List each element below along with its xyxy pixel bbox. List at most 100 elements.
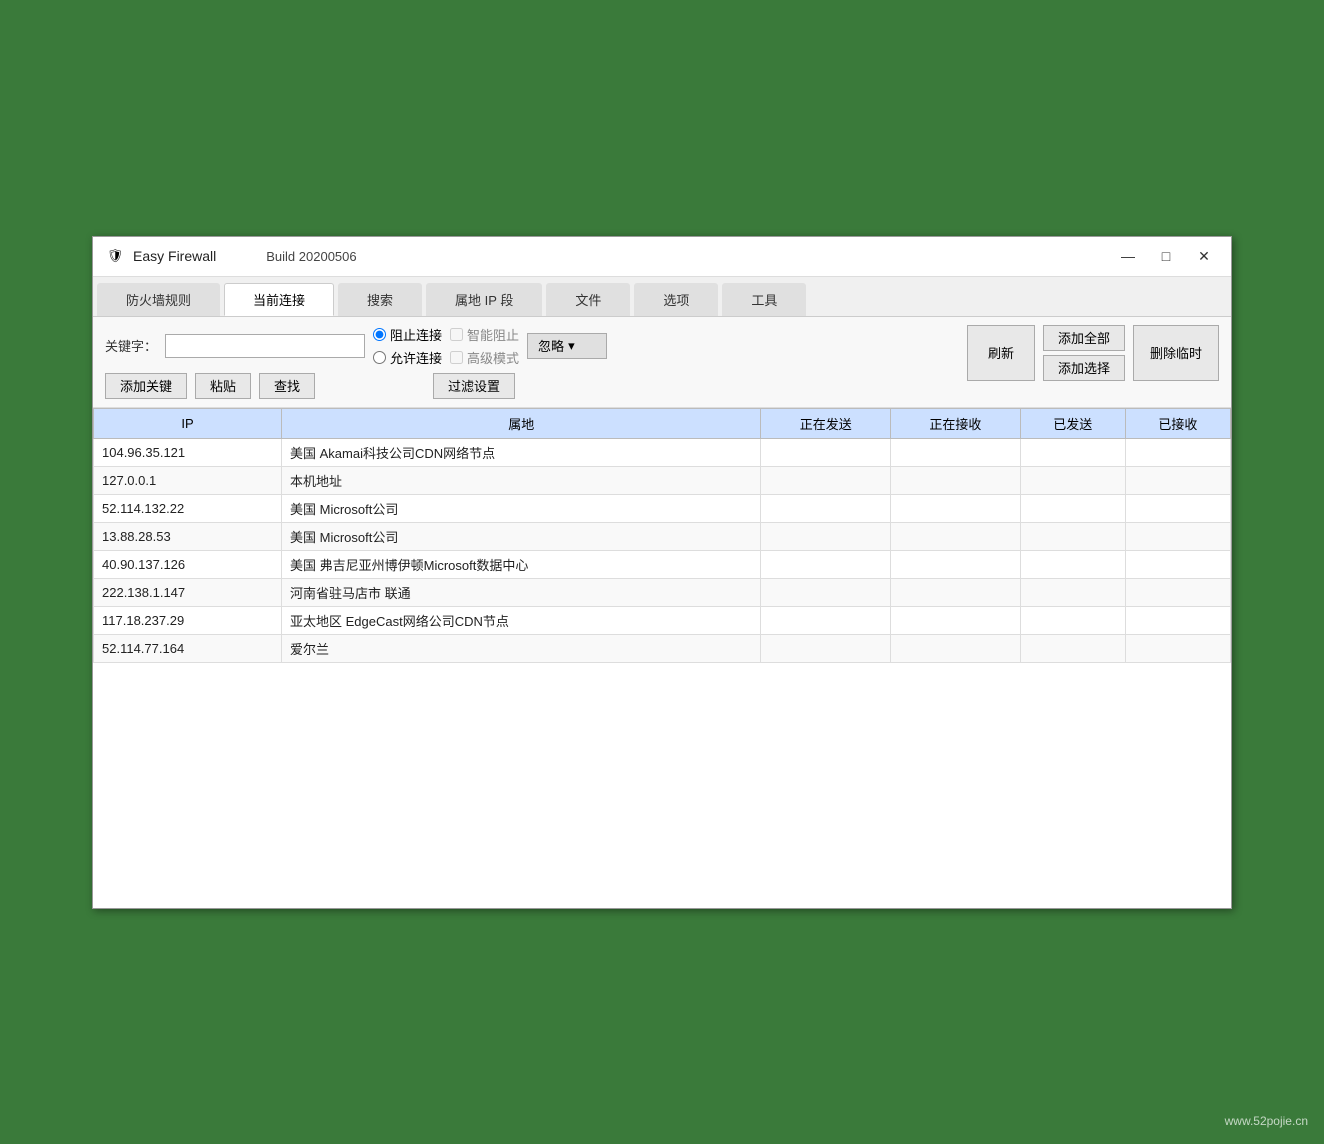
tab-tools[interactable]: 工具 <box>722 283 806 316</box>
advanced-mode-checkbox[interactable] <box>450 351 463 364</box>
radio-group: 阻止连接 允许连接 <box>373 325 442 367</box>
ip-cell: 52.114.77.164 <box>94 634 282 662</box>
table-row[interactable]: 13.88.28.53 美国 Microsoft公司 <box>94 522 1231 550</box>
sent-cell <box>1020 634 1125 662</box>
table-row[interactable]: 40.90.137.126 美国 弗吉尼亚州博伊顿Microsoft数据中心 <box>94 550 1231 578</box>
close-button[interactable]: ✕ <box>1189 244 1219 268</box>
attr-cell: 美国 Microsoft公司 <box>282 522 761 550</box>
tab-options[interactable]: 选项 <box>634 283 718 316</box>
col-receiving: 正在接收 <box>891 408 1021 438</box>
minimize-button[interactable]: — <box>1113 244 1143 268</box>
received-cell <box>1125 634 1230 662</box>
build-label: Build 20200506 <box>266 249 356 264</box>
ip-cell: 104.96.35.121 <box>94 438 282 466</box>
maximize-button[interactable]: □ <box>1151 244 1181 268</box>
receiving-cell <box>891 606 1021 634</box>
receiving-cell <box>891 466 1021 494</box>
radio-allow-label[interactable]: 允许连接 <box>373 348 442 367</box>
table-row[interactable]: 127.0.0.1 本机地址 <box>94 466 1231 494</box>
received-cell <box>1125 466 1230 494</box>
right-button-group: 添加全部 添加选择 <box>1043 325 1125 399</box>
received-cell <box>1125 578 1230 606</box>
table-container: IP 属地 正在发送 正在接收 已发送 已接收 104.96.35.121 美国… <box>93 408 1231 908</box>
radio-allow[interactable] <box>373 351 386 364</box>
smart-block-label[interactable]: 智能阻止 <box>450 325 519 344</box>
sending-cell <box>761 578 891 606</box>
received-cell <box>1125 550 1230 578</box>
window-controls: — □ ✕ <box>1113 244 1219 268</box>
main-window: 🛡 Easy Firewall Build 20200506 — □ ✕ 防火墙… <box>92 236 1232 909</box>
ip-cell: 13.88.28.53 <box>94 522 282 550</box>
refresh-button[interactable]: 刷新 <box>967 325 1035 381</box>
tab-ip-segments[interactable]: 属地 IP 段 <box>426 283 542 316</box>
toolbar-left: 关键字： 阻止连接 允许连接 <box>105 325 959 399</box>
sent-cell <box>1020 550 1125 578</box>
find-button[interactable]: 查找 <box>259 373 315 399</box>
sending-cell <box>761 494 891 522</box>
tab-firewall-rules[interactable]: 防火墙规则 <box>97 283 220 316</box>
sent-cell <box>1020 466 1125 494</box>
col-ip: IP <box>94 408 282 438</box>
table-row[interactable]: 117.18.237.29 亚太地区 EdgeCast网络公司CDN节点 <box>94 606 1231 634</box>
received-cell <box>1125 522 1230 550</box>
receiving-cell <box>891 438 1021 466</box>
col-attr: 属地 <box>282 408 761 438</box>
sending-cell <box>761 550 891 578</box>
delete-temp-button[interactable]: 删除临时 <box>1133 325 1219 381</box>
table-body: 104.96.35.121 美国 Akamai科技公司CDN网络节点 127.0… <box>94 438 1231 662</box>
sending-cell <box>761 466 891 494</box>
attr-cell: 爱尔兰 <box>282 634 761 662</box>
attr-cell: 美国 弗吉尼亚州博伊顿Microsoft数据中心 <box>282 550 761 578</box>
sent-cell <box>1020 494 1125 522</box>
attr-cell: 美国 Akamai科技公司CDN网络节点 <box>282 438 761 466</box>
attr-cell: 本机地址 <box>282 466 761 494</box>
received-cell <box>1125 494 1230 522</box>
sent-cell <box>1020 606 1125 634</box>
received-cell <box>1125 438 1230 466</box>
radio-block[interactable] <box>373 328 386 341</box>
ignore-dropdown[interactable]: 忽略 ▾ <box>527 333 607 359</box>
keyword-label: 关键字： <box>105 336 157 355</box>
toolbar-main: 关键字： 阻止连接 允许连接 <box>105 325 1219 399</box>
table-row[interactable]: 52.114.77.164 爱尔兰 <box>94 634 1231 662</box>
col-sending: 正在发送 <box>761 408 891 438</box>
attr-cell: 河南省驻马店市 联通 <box>282 578 761 606</box>
paste-button[interactable]: 粘贴 <box>195 373 251 399</box>
col-sent: 已发送 <box>1020 408 1125 438</box>
receiving-cell <box>891 494 1021 522</box>
attr-cell: 美国 Microsoft公司 <box>282 494 761 522</box>
receiving-cell <box>891 522 1021 550</box>
col-received: 已接收 <box>1125 408 1230 438</box>
advanced-mode-label[interactable]: 高级模式 <box>450 348 519 367</box>
checkbox-group: 智能阻止 高级模式 <box>450 325 519 367</box>
received-cell <box>1125 606 1230 634</box>
table-row[interactable]: 104.96.35.121 美国 Akamai科技公司CDN网络节点 <box>94 438 1231 466</box>
radio-block-label[interactable]: 阻止连接 <box>373 325 442 344</box>
receiving-cell <box>891 634 1021 662</box>
app-title: Easy Firewall <box>133 248 216 264</box>
tab-current-connections[interactable]: 当前连接 <box>224 283 334 316</box>
tab-search[interactable]: 搜索 <box>338 283 422 316</box>
add-select-button[interactable]: 添加选择 <box>1043 355 1125 381</box>
attr-cell: 亚太地区 EdgeCast网络公司CDN节点 <box>282 606 761 634</box>
ip-cell: 117.18.237.29 <box>94 606 282 634</box>
add-key-button[interactable]: 添加关键 <box>105 373 187 399</box>
smart-block-checkbox[interactable] <box>450 328 463 341</box>
ip-cell: 127.0.0.1 <box>94 466 282 494</box>
app-icon: 🛡 <box>105 246 125 266</box>
toolbar-row2: 添加关键 粘贴 查找 过滤设置 <box>105 373 959 399</box>
sending-cell <box>761 606 891 634</box>
toolbar-right: 刷新 添加全部 添加选择 删除临时 <box>967 325 1219 399</box>
ip-cell: 52.114.132.22 <box>94 494 282 522</box>
sending-cell <box>761 438 891 466</box>
table-row[interactable]: 52.114.132.22 美国 Microsoft公司 <box>94 494 1231 522</box>
keyword-input[interactable] <box>165 334 365 358</box>
filter-settings-button[interactable]: 过滤设置 <box>433 373 515 399</box>
tab-files[interactable]: 文件 <box>546 283 630 316</box>
add-all-button[interactable]: 添加全部 <box>1043 325 1125 351</box>
ip-cell: 40.90.137.126 <box>94 550 282 578</box>
sent-cell <box>1020 438 1125 466</box>
connections-table: IP 属地 正在发送 正在接收 已发送 已接收 104.96.35.121 美国… <box>93 408 1231 663</box>
table-row[interactable]: 222.138.1.147 河南省驻马店市 联通 <box>94 578 1231 606</box>
watermark: www.52pojie.cn <box>1225 1114 1308 1128</box>
